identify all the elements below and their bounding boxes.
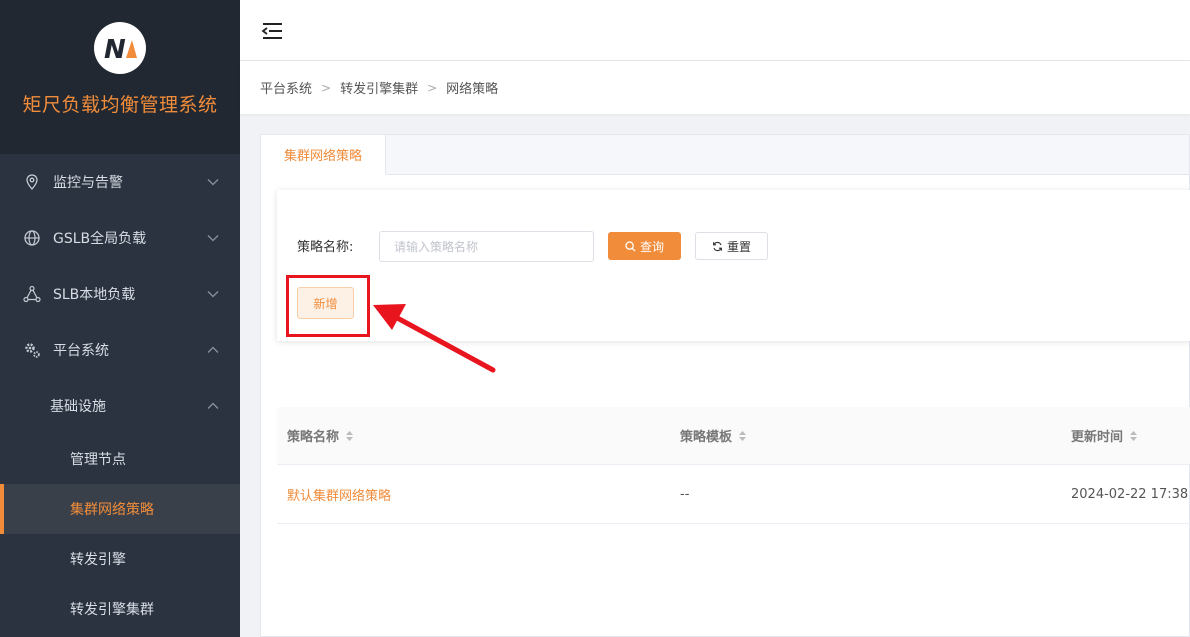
sort-icon — [739, 430, 747, 441]
query-button[interactable]: 查询 — [608, 232, 681, 260]
sidebar-item-label: 转发引擎集群 — [70, 602, 154, 618]
sidebar-item-label: SLB本地负载 — [53, 287, 136, 303]
chevron-down-icon — [207, 291, 219, 298]
refresh-icon — [713, 241, 722, 251]
gear-icon — [25, 343, 40, 358]
cell-updated-time: 2024-02-22 17:38 — [1071, 486, 1189, 502]
location-pin-icon — [26, 174, 38, 190]
policy-name-input[interactable] — [379, 231, 594, 262]
column-header-label: 策略模板 — [680, 430, 733, 445]
sidebar-item-cluster-network-policy[interactable]: 集群网络策略 — [0, 484, 240, 534]
breadcrumb: 平台系统 > 转发引擎集群 > 网络策略 — [240, 61, 1190, 114]
query-button-label: 查询 — [639, 239, 664, 254]
sidebar-item-label: 基础设施 — [50, 399, 106, 415]
chevron-up-icon — [207, 402, 219, 409]
table-row: 默认集群网络策略 -- 2024-02-22 17:38 — [277, 465, 1190, 524]
chevron-up-icon — [207, 346, 219, 353]
policy-name-link[interactable]: 默认集群网络策略 — [287, 485, 391, 504]
svg-text:N: N — [104, 35, 126, 65]
column-header-policy-name[interactable]: 策略名称 — [287, 407, 354, 464]
sidebar-item-label: 监控与告警 — [53, 175, 123, 191]
column-header-label: 策略名称 — [287, 430, 340, 445]
annotation-highlight-box — [286, 275, 370, 337]
breadcrumb-current: 网络策略 — [446, 82, 499, 97]
search-icon — [625, 240, 636, 251]
tab-cluster-network-policy[interactable]: 集群网络策略 — [261, 135, 386, 175]
reset-button-label: 重置 — [726, 239, 751, 254]
sort-icon — [1130, 430, 1138, 441]
sidebar-item-label: GSLB全局负载 — [53, 231, 147, 247]
reset-button[interactable]: 重置 — [695, 232, 768, 260]
sort-icon — [346, 430, 354, 441]
sidebar-item-manage-nodes[interactable]: 管理节点 — [0, 434, 240, 484]
sidebar-item-gslb[interactable]: GSLB全局负载 — [0, 210, 240, 266]
sidebar: N 矩尺负载均衡管理系统 监控与告警 GSLB全局负载 SLB本地负载 平台系统… — [0, 0, 240, 637]
sidebar-item-forwarding-engine[interactable]: 转发引擎 — [0, 534, 240, 584]
logo-icon: N — [104, 35, 137, 65]
cell-policy-template: -- — [680, 486, 690, 502]
menu-collapse-icon[interactable] — [261, 22, 283, 40]
top-bar — [240, 0, 1190, 61]
sidebar-item-label: 平台系统 — [53, 343, 109, 359]
policy-name-label: 策略名称: — [297, 240, 354, 255]
breadcrumb-platform[interactable]: 平台系统 — [260, 78, 312, 97]
chevron-down-icon — [207, 179, 219, 186]
tab-bar: 集群网络策略 — [261, 135, 1189, 175]
sidebar-item-forwarding-engine-cluster[interactable]: 转发引擎集群 — [0, 584, 240, 634]
content-card: 集群网络策略 策略名称: 查询 重置 新增 策略名称 — [260, 134, 1190, 637]
table-header: 策略名称 策略模板 更新时间 — [277, 407, 1190, 465]
chevron-down-icon — [207, 235, 219, 242]
column-header-updated-time[interactable]: 更新时间 — [1071, 407, 1138, 464]
policy-table: 策略名称 策略模板 更新时间 默认集群网络策略 -- 2024-02-22 17… — [277, 407, 1190, 524]
network-nodes-icon — [23, 285, 41, 303]
sidebar-item-label: 管理节点 — [70, 452, 126, 468]
sidebar-item-label: 转发引擎 — [70, 552, 126, 568]
sidebar-item-slb[interactable]: SLB本地负载 — [0, 266, 240, 322]
brand-header: N 矩尺负载均衡管理系统 — [0, 0, 240, 154]
sidebar-item-label: 集群网络策略 — [70, 502, 154, 518]
column-header-label: 更新时间 — [1071, 430, 1124, 445]
cell-policy-name: 默认集群网络策略 — [287, 465, 391, 523]
sidebar-item-monitoring[interactable]: 监控与告警 — [0, 154, 240, 210]
chevron-right-icon: > — [321, 80, 332, 95]
sidebar-item-infrastructure[interactable]: 基础设施 — [0, 378, 240, 434]
breadcrumb-engine-cluster[interactable]: 转发引擎集群 — [340, 78, 418, 97]
app-logo: N — [94, 22, 146, 74]
sidebar-item-platform[interactable]: 平台系统 — [0, 322, 240, 378]
globe-icon — [24, 230, 40, 246]
chevron-right-icon: > — [427, 80, 438, 95]
annotation-arrow-icon — [373, 304, 496, 373]
column-header-policy-template[interactable]: 策略模板 — [680, 407, 747, 464]
app-title: 矩尺负载均衡管理系统 — [22, 94, 218, 116]
